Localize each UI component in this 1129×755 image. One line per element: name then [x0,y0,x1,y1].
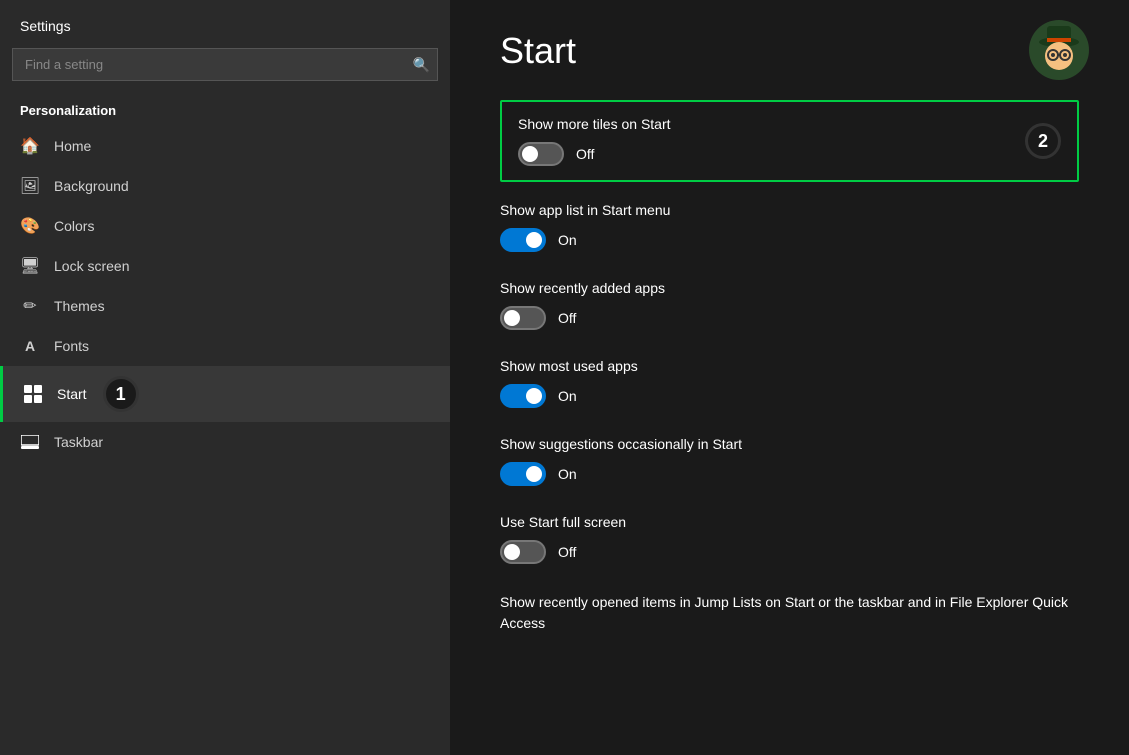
toggle-state-show-suggestions: On [558,466,577,482]
start-icon [23,384,43,404]
page-title: Start [500,30,1079,72]
setting-show-recently-added: Show recently added apps Off [500,280,1079,330]
sidebar-item-label: Start [57,386,87,402]
section-label: Personalization [0,97,450,126]
bottom-text: Show recently opened items in Jump Lists… [500,592,1079,634]
sidebar-item-background[interactable]: 🖼 Background [0,166,450,206]
toggle-track [518,142,564,166]
main-content: Start Show more tiles on Start Off 2 Sho… [450,0,1129,755]
sidebar-item-label: Taskbar [54,434,103,450]
toggle-state-use-full-screen: Off [558,544,576,560]
setting-show-most-used: Show most used apps On [500,358,1079,408]
sidebar-item-label: Background [54,178,129,194]
search-input[interactable] [12,48,438,81]
sidebar-item-themes[interactable]: ✏ Themes [0,286,450,326]
setting-label-show-more-tiles: Show more tiles on Start [518,116,1009,132]
toggle-show-more-tiles[interactable] [518,142,564,166]
setting-label-show-app-list: Show app list in Start menu [500,202,1079,218]
setting-label-use-full-screen: Use Start full screen [500,514,1079,530]
avatar [1029,20,1089,80]
setting-label-show-most-used: Show most used apps [500,358,1079,374]
sidebar-item-label: Themes [54,298,105,314]
setting-label-show-recently-added: Show recently added apps [500,280,1079,296]
toggle-row-show-recently-added: Off [500,306,1079,330]
home-icon: 🏠 [20,136,40,156]
step-number-2: 2 [1025,123,1061,159]
toggle-row-show-app-list: On [500,228,1079,252]
search-icon[interactable]: 🔍 [413,56,430,73]
background-icon: 🖼 [20,176,40,196]
themes-icon: ✏ [20,296,40,316]
lock-screen-icon: 🖥 [20,256,40,276]
sidebar-item-home[interactable]: 🏠 Home [0,126,450,166]
toggle-thumb [526,466,542,482]
sidebar-item-fonts[interactable]: A Fonts [0,326,450,366]
toggle-use-full-screen[interactable] [500,540,546,564]
sidebar-item-colors[interactable]: 🎨 Colors [0,206,450,246]
toggle-thumb [504,310,520,326]
setting-use-full-screen: Use Start full screen Off [500,514,1079,564]
toggle-track [500,384,546,408]
toggle-show-app-list[interactable] [500,228,546,252]
toggle-state-show-more-tiles: Off [576,146,594,162]
sidebar-nav: 🏠 Home 🖼 Background 🎨 Colors 🖥 Lock scre… [0,126,450,462]
toggle-track [500,462,546,486]
setting-label-show-suggestions: Show suggestions occasionally in Start [500,436,1079,452]
toggle-state-show-most-used: On [558,388,577,404]
app-title: Settings [0,0,450,48]
toggle-show-recently-added[interactable] [500,306,546,330]
search-box: 🔍 [12,48,438,81]
step-number-1: 1 [103,376,139,412]
toggle-track [500,540,546,564]
toggle-thumb [504,544,520,560]
toggle-show-suggestions[interactable] [500,462,546,486]
sidebar-item-lock-screen[interactable]: 🖥 Lock screen [0,246,450,286]
fonts-icon: A [20,336,40,356]
setting-show-suggestions: Show suggestions occasionally in Start O… [500,436,1079,486]
toggle-thumb [526,232,542,248]
toggle-track [500,306,546,330]
toggle-show-most-used[interactable] [500,384,546,408]
toggle-row-show-more-tiles: Off [518,142,1009,166]
toggle-row-use-full-screen: Off [500,540,1079,564]
setting-show-app-list: Show app list in Start menu On [500,202,1079,252]
taskbar-icon [20,432,40,452]
toggle-state-show-recently-added: Off [558,310,576,326]
sidebar: Settings 🔍 Personalization 🏠 Home 🖼 Back… [0,0,450,755]
sidebar-item-label: Colors [54,218,94,234]
setting-show-more-tiles: Show more tiles on Start Off 2 [500,100,1079,182]
toggle-row-show-most-used: On [500,384,1079,408]
sidebar-item-label: Lock screen [54,258,129,274]
toggle-row-show-suggestions: On [500,462,1079,486]
toggle-state-show-app-list: On [558,232,577,248]
sidebar-item-label: Fonts [54,338,89,354]
sidebar-item-taskbar[interactable]: Taskbar [0,422,450,462]
toggle-thumb [526,388,542,404]
toggle-track [500,228,546,252]
toggle-thumb [522,146,538,162]
colors-icon: 🎨 [20,216,40,236]
sidebar-item-label: Home [54,138,91,154]
sidebar-item-start[interactable]: Start 1 [0,366,450,422]
